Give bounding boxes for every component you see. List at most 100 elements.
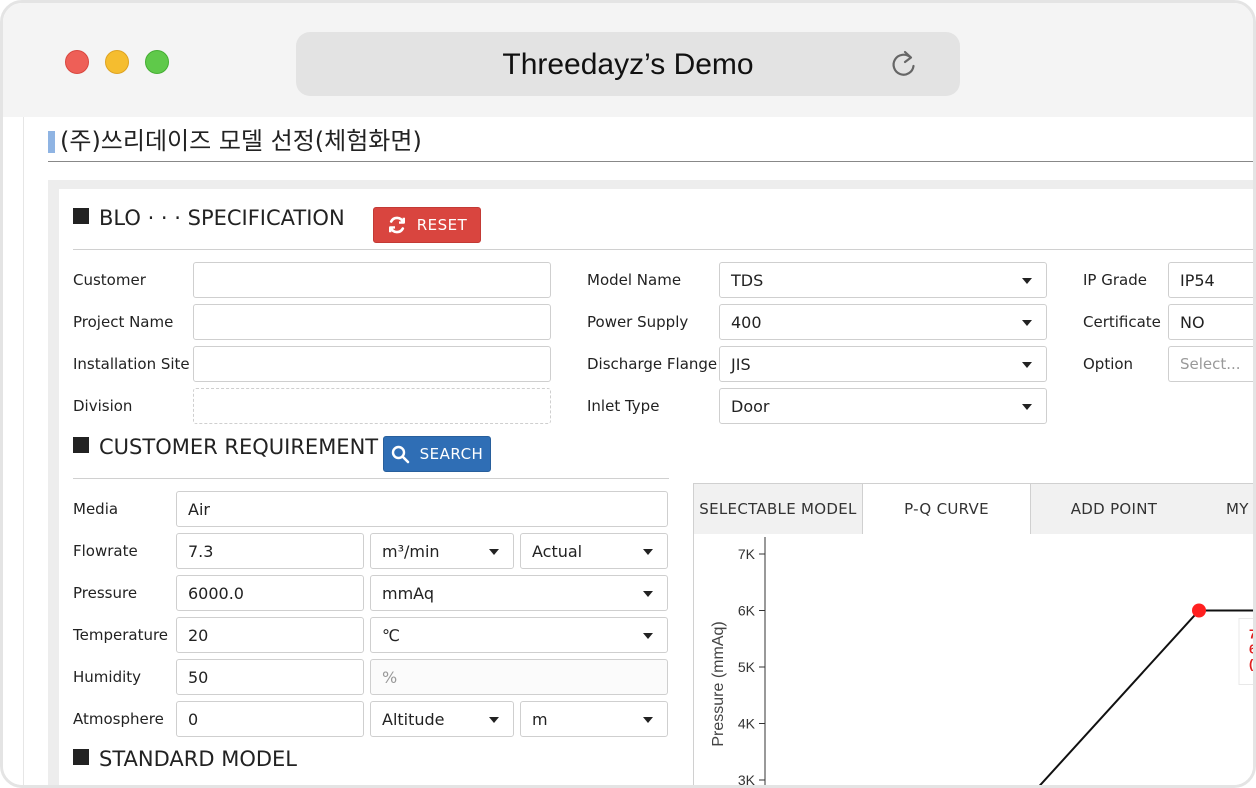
specification-divider [73, 249, 1253, 250]
pressure-unit-value: mmAq [382, 583, 434, 603]
standard-model-heading-text: STANDARD MODEL [99, 747, 297, 771]
project-name-input[interactable] [193, 304, 551, 340]
certificate-select[interactable]: NO [1168, 304, 1253, 340]
reload-icon[interactable] [888, 48, 920, 80]
page-content: (주)쓰리데이즈 모델 선정(체험화면) BLO · · · SPECIFICA… [3, 117, 1256, 788]
requirement-divider [73, 478, 669, 479]
chevron-down-icon [1022, 404, 1032, 410]
y-tick-label: 7K [738, 546, 756, 562]
power-supply-label: Power Supply [587, 313, 689, 331]
atmosphere-mode-value: Altitude [382, 709, 445, 729]
option-select[interactable]: Select... [1168, 346, 1253, 382]
customer-label: Customer [73, 271, 146, 289]
address-bar[interactable]: Threedayz’s Demo [296, 32, 960, 96]
y-tick-label: 5K [738, 659, 756, 675]
flowrate-basis-select[interactable]: Actual [520, 533, 668, 569]
power-supply-value: 400 [731, 312, 762, 332]
operating-point-marker [1192, 603, 1206, 618]
installation-site-input[interactable] [193, 346, 551, 382]
browser-window: Threedayz’s Demo (주)쓰리데이즈 모델 선정(체험화면) BL… [0, 0, 1256, 788]
power-supply-select[interactable]: 400 [719, 304, 1047, 340]
temperature-unit-value: ℃ [382, 625, 400, 645]
chevron-down-icon [489, 549, 499, 555]
division-label: Division [73, 397, 133, 415]
division-input[interactable] [193, 388, 551, 424]
flowrate-unit-value: m³/min [382, 541, 440, 561]
temperature-input[interactable]: 20 [176, 617, 364, 653]
certificate-label: Certificate [1083, 313, 1161, 331]
tab-add-point[interactable]: ADD POINT [1031, 484, 1197, 535]
atmosphere-mode-select[interactable]: Altitude [370, 701, 514, 737]
reset-label: RESET [416, 216, 468, 234]
discharge-flange-select[interactable]: JIS [719, 346, 1047, 382]
title-accent-bar [48, 131, 55, 153]
flowrate-label: Flowrate [73, 542, 138, 560]
specification-heading-text: BLO · · · SPECIFICATION [99, 206, 345, 230]
discharge-flange-label: Discharge Flange [587, 355, 718, 373]
y-axis-label: Pressure (mmAq) [710, 621, 727, 746]
customer-input[interactable] [193, 262, 551, 298]
inlet-type-label: Inlet Type [587, 397, 660, 415]
flowrate-basis-value: Actual [532, 541, 583, 561]
option-label: Option [1083, 355, 1134, 373]
page-title: (주)쓰리데이즈 모델 선정(체험화면) [60, 127, 422, 155]
search-icon [391, 445, 409, 463]
model-name-select[interactable]: TDS [719, 262, 1047, 298]
y-tick-label: 3K [738, 772, 756, 788]
zoom-window-button[interactable] [145, 50, 169, 74]
reset-button[interactable]: RESET [373, 207, 481, 243]
page-left-border [23, 117, 24, 785]
pq-curve-line [1038, 609, 1253, 785]
specification-heading: BLO · · · SPECIFICATION [73, 206, 345, 230]
flowrate-input[interactable]: 7.3 [176, 533, 364, 569]
minimize-window-button[interactable] [105, 50, 129, 74]
window-chrome: Threedayz’s Demo [3, 3, 1253, 117]
atmosphere-unit-select[interactable]: m [520, 701, 668, 737]
tab-my[interactable]: MY I [1197, 484, 1253, 535]
result-tabs: SELECTABLE MODEL P-Q CURVE ADD POINT MY … [693, 483, 1253, 535]
panel-frame: BLO · · · SPECIFICATION RESET Customer P… [48, 180, 1256, 788]
humidity-input[interactable]: 50 [176, 659, 364, 695]
humidity-label: Humidity [73, 668, 142, 686]
atmosphere-input[interactable]: 0 [176, 701, 364, 737]
square-bullet-icon [73, 437, 89, 453]
model-name-label: Model Name [587, 271, 682, 289]
chevron-down-icon [489, 717, 499, 723]
discharge-flange-value: JIS [731, 354, 751, 374]
inlet-type-value: Door [731, 396, 770, 416]
chevron-down-icon [643, 549, 653, 555]
atmosphere-label: Atmosphere [73, 710, 164, 728]
tooltip-text: ( [1249, 657, 1254, 672]
close-window-button[interactable] [65, 50, 89, 74]
chevron-down-icon [643, 717, 653, 723]
atmosphere-unit-value: m [532, 709, 548, 729]
media-label: Media [73, 500, 119, 518]
square-bullet-icon [73, 749, 89, 765]
chevron-down-icon [1022, 362, 1032, 368]
flowrate-unit-select[interactable]: m³/min [370, 533, 514, 569]
temperature-unit-select[interactable]: ℃ [370, 617, 668, 653]
media-input[interactable]: Air [176, 491, 668, 527]
pressure-label: Pressure [73, 584, 138, 602]
y-tick-label: 4K [738, 716, 756, 732]
tab-selectable-model[interactable]: SELECTABLE MODEL [694, 484, 862, 535]
pq-curve-svg: 7K 6K 5K 4K 3K Pressure (mmAq) 76( [710, 537, 1256, 788]
title-divider [48, 161, 1253, 162]
pq-curve-chart: 7K 6K 5K 4K 3K Pressure (mmAq) 7 6( [693, 534, 1256, 788]
requirement-heading-text: CUSTOMER REQUIREMENT [99, 435, 379, 459]
tooltip-text: 7 [1249, 627, 1256, 642]
requirement-heading: CUSTOMER REQUIREMENT [73, 435, 378, 459]
pressure-unit-select[interactable]: mmAq [370, 575, 668, 611]
y-tick-label: 6K [738, 603, 756, 619]
ip-grade-label: IP Grade [1083, 271, 1147, 289]
refresh-icon [388, 216, 405, 234]
inlet-type-select[interactable]: Door [719, 388, 1047, 424]
pressure-input[interactable]: 6000.0 [176, 575, 364, 611]
model-selection-panel: BLO · · · SPECIFICATION RESET Customer P… [59, 189, 1256, 788]
chevron-down-icon [1022, 320, 1032, 326]
model-name-value: TDS [731, 270, 764, 290]
chevron-down-icon [643, 591, 653, 597]
ip-grade-select[interactable]: IP54 [1168, 262, 1253, 298]
tab-pq-curve[interactable]: P-Q CURVE [862, 484, 1031, 535]
search-button[interactable]: SEARCH [383, 436, 491, 472]
